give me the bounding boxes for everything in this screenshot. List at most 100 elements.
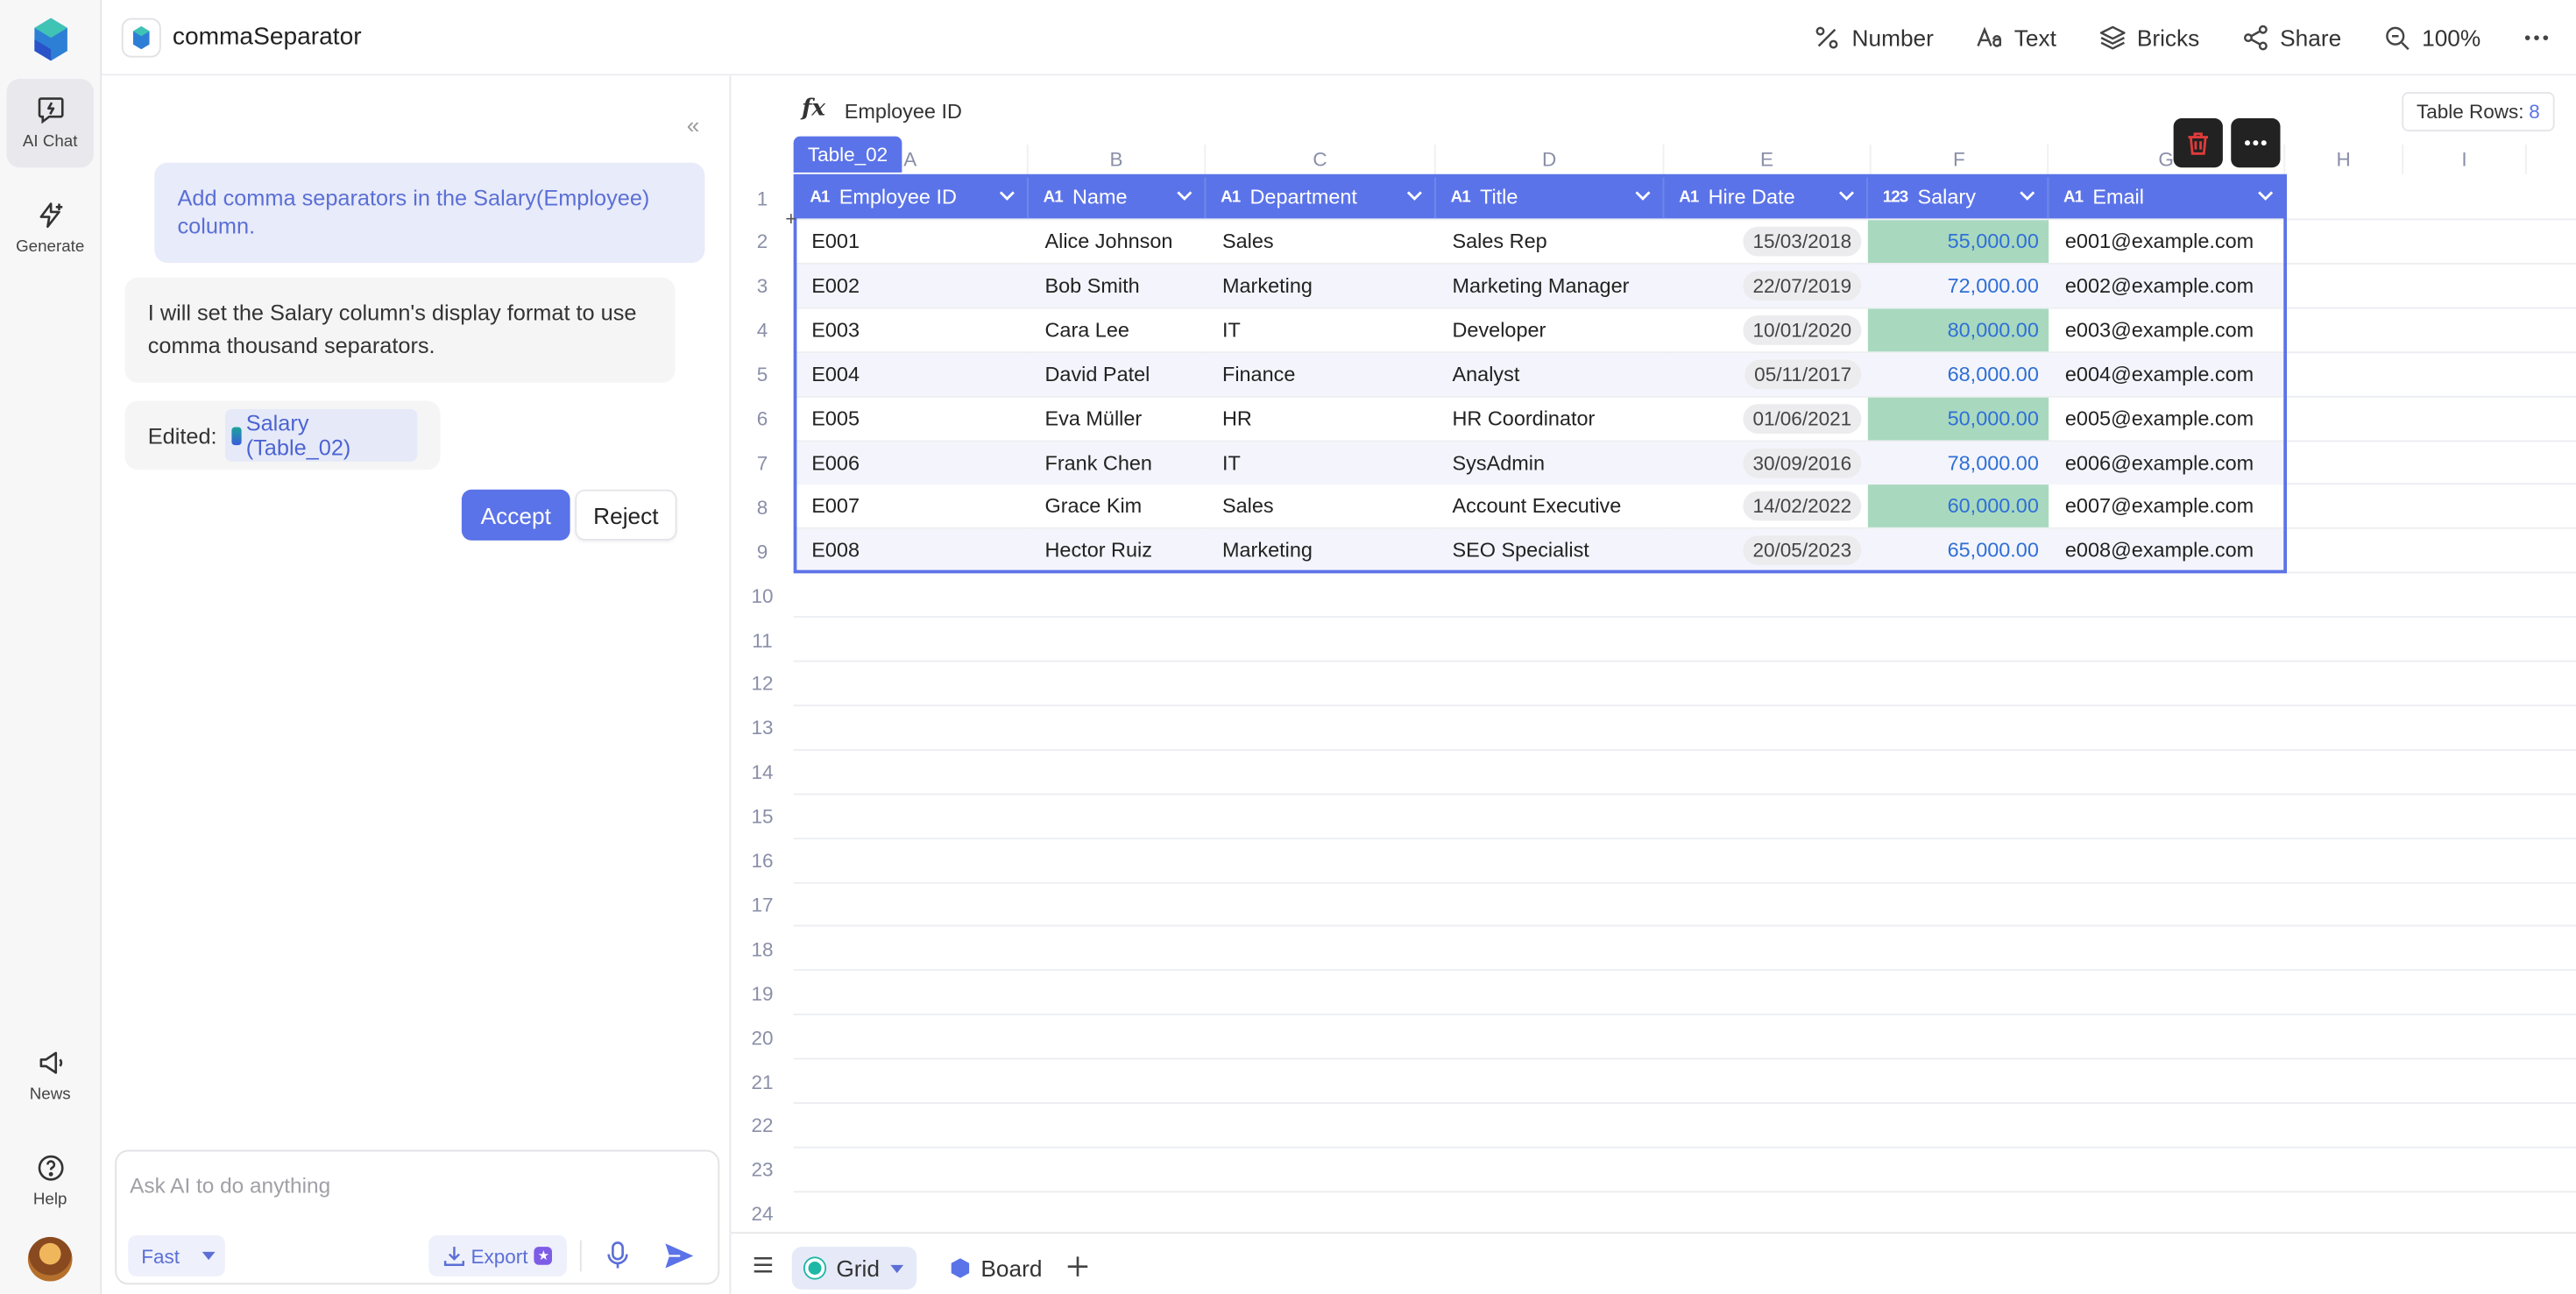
send-icon[interactable] — [664, 1241, 696, 1272]
row-number[interactable]: 23 — [731, 1148, 793, 1192]
cell-salary[interactable]: 60,000.00 — [1867, 484, 2049, 528]
cell-hire-date[interactable]: 01/06/2021 — [1664, 397, 1868, 440]
column-header-email[interactable]: A1 Email — [2049, 175, 2287, 219]
cell-salary[interactable]: 55,000.00 — [1867, 220, 2049, 263]
chevron-down-icon[interactable] — [1836, 186, 1857, 206]
cell-email[interactable]: e008@example.com — [2049, 529, 2287, 573]
row-number[interactable]: 4 — [731, 308, 793, 353]
cell-salary[interactable]: 50,000.00 — [1867, 396, 2049, 440]
column-header-hire-date[interactable]: A1 Hire Date — [1664, 175, 1868, 219]
column-letter-e[interactable]: E — [1664, 145, 1872, 174]
row-number[interactable]: 15 — [731, 795, 793, 839]
cell-department[interactable]: Marketing — [1206, 529, 1436, 573]
cell-name[interactable]: Bob Smith — [1028, 264, 1207, 308]
cell-name[interactable]: Eva Müller — [1029, 397, 1207, 440]
cell-department[interactable]: Marketing — [1206, 264, 1436, 308]
cell-salary[interactable]: 78,000.00 — [1867, 441, 2049, 484]
column-letter-h[interactable]: H — [2285, 145, 2404, 174]
cell-title[interactable]: Developer — [1436, 308, 1665, 351]
row-number[interactable]: 8 — [731, 485, 793, 530]
add-row-handle-icon[interactable]: + — [785, 207, 796, 230]
row-number[interactable]: 20 — [731, 1015, 793, 1060]
row-number[interactable]: 22 — [731, 1104, 793, 1149]
row-number[interactable]: 6 — [731, 397, 793, 442]
text-format-button[interactable]: Text — [1977, 25, 2056, 51]
cell-department[interactable]: HR — [1206, 397, 1436, 440]
rail-item-generate[interactable]: Generate — [7, 184, 94, 272]
row-number[interactable]: 16 — [731, 838, 793, 883]
row-number[interactable]: 17 — [731, 883, 793, 928]
accept-button[interactable]: Accept — [461, 489, 570, 541]
column-header-employee-id[interactable]: A1 Employee ID — [795, 175, 1029, 219]
cell-name[interactable]: Hector Ruiz — [1028, 529, 1207, 573]
row-number[interactable]: 13 — [731, 706, 793, 751]
cell-employee-id[interactable]: E008 — [795, 529, 1029, 573]
row-number[interactable]: 1 — [731, 176, 793, 221]
cell-name[interactable]: David Patel — [1028, 352, 1207, 396]
view-tab-grid[interactable]: Grid — [791, 1247, 918, 1290]
view-tab-board[interactable]: Board — [938, 1247, 1056, 1290]
row-number[interactable]: 5 — [731, 352, 793, 397]
cell-email[interactable]: e005@example.com — [2049, 397, 2287, 440]
bricks-button[interactable]: Bricks — [2099, 25, 2199, 51]
cell-title[interactable]: Analyst — [1435, 352, 1665, 396]
collapse-panel-icon[interactable]: « — [687, 112, 700, 138]
row-number[interactable]: 3 — [731, 264, 793, 308]
cell-title[interactable]: HR Coordinator — [1436, 397, 1665, 440]
zoom-button[interactable]: 100% — [2384, 25, 2480, 51]
export-button[interactable]: Export ★ — [428, 1235, 567, 1276]
cell-email[interactable]: e001@example.com — [2049, 220, 2287, 263]
column-letter-f[interactable]: F — [1872, 145, 2049, 174]
row-number[interactable]: 19 — [731, 971, 793, 1015]
rail-item-news[interactable]: News — [7, 1032, 94, 1121]
column-header-title[interactable]: A1 Title — [1435, 175, 1665, 219]
cell-email[interactable]: e006@example.com — [2049, 441, 2287, 484]
cell-employee-id[interactable]: E007 — [796, 485, 1029, 528]
reject-button[interactable]: Reject — [575, 489, 677, 541]
cell-hire-date[interactable]: 15/03/2018 — [1664, 220, 1868, 263]
cell-employee-id[interactable]: E001 — [796, 220, 1029, 263]
chevron-down-icon[interactable] — [1633, 186, 1653, 206]
cell-hire-date[interactable]: 30/09/2016 — [1664, 441, 1868, 484]
number-format-button[interactable]: Number — [1814, 25, 1934, 51]
column-letter-c[interactable]: C — [1206, 145, 1436, 174]
column-header-salary[interactable]: 123 Salary — [1867, 175, 2049, 219]
rail-item-ai-chat[interactable]: AI Chat — [6, 79, 94, 168]
cell-department[interactable]: IT — [1206, 441, 1436, 484]
cell-title[interactable]: SEO Specialist — [1435, 529, 1665, 573]
cell-hire-date[interactable]: 10/01/2020 — [1664, 308, 1868, 351]
add-view-icon[interactable] — [1066, 1255, 1089, 1278]
cell-hire-date[interactable]: 22/07/2019 — [1664, 264, 1868, 308]
cell-salary[interactable]: 80,000.00 — [1867, 308, 2049, 351]
column-letter-b[interactable]: B — [1029, 145, 1207, 174]
cell-department[interactable]: Sales — [1206, 485, 1436, 528]
chat-input[interactable] — [117, 1151, 718, 1218]
column-letter-d[interactable]: D — [1436, 145, 1665, 174]
cell-name[interactable]: Grace Kim — [1029, 485, 1207, 528]
cell-department[interactable]: Sales — [1206, 220, 1436, 263]
chevron-down-icon[interactable] — [2255, 186, 2275, 206]
cell-hire-date[interactable]: 05/11/2017 — [1664, 352, 1868, 396]
cell-name[interactable]: Alice Johnson — [1029, 220, 1207, 263]
rail-item-help[interactable]: Help — [7, 1137, 94, 1226]
cell-email[interactable]: e007@example.com — [2049, 485, 2287, 528]
cell-employee-id[interactable]: E006 — [795, 441, 1029, 484]
menu-icon[interactable] — [754, 1256, 773, 1273]
cell-title[interactable]: Marketing Manager — [1435, 264, 1665, 308]
cell-employee-id[interactable]: E005 — [796, 397, 1029, 440]
share-button[interactable]: Share — [2242, 25, 2341, 51]
cell-department[interactable]: Finance — [1206, 352, 1436, 396]
cell-email[interactable]: e004@example.com — [2049, 352, 2287, 396]
chevron-down-icon[interactable] — [997, 186, 1017, 206]
row-number[interactable]: 9 — [731, 529, 793, 574]
cell-salary[interactable]: 68,000.00 — [1867, 352, 2049, 396]
cell-department[interactable]: IT — [1206, 308, 1436, 351]
row-number[interactable]: 7 — [731, 441, 793, 485]
cell-name[interactable]: Cara Lee — [1029, 308, 1207, 351]
cell-title[interactable]: Sales Rep — [1436, 220, 1665, 263]
chevron-down-icon[interactable] — [1405, 186, 1425, 206]
microphone-icon[interactable] — [603, 1241, 633, 1270]
cell-employee-id[interactable]: E003 — [796, 308, 1029, 351]
column-header-department[interactable]: A1 Department — [1206, 175, 1436, 219]
app-logo-icon[interactable] — [33, 17, 69, 63]
